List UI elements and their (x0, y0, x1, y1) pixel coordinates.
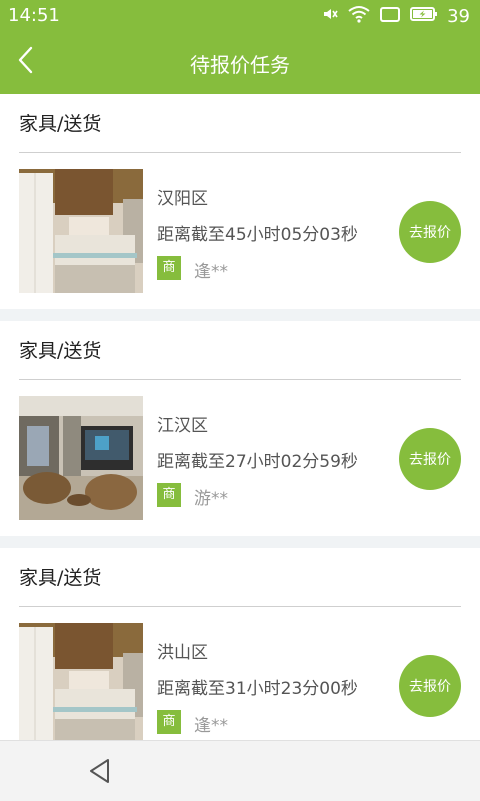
task-image (19, 623, 143, 747)
nav-back-icon (90, 759, 109, 783)
status-icons: 39 (321, 5, 470, 28)
status-bar: 14:51 39 (0, 0, 480, 32)
merchant-badge: 商 (157, 256, 181, 280)
task-user: 逢** (194, 262, 228, 282)
title-bar: 待报价任务 (0, 32, 480, 94)
task-district: 汉阳区 (157, 189, 208, 209)
quote-button[interactable]: 去报价 (399, 201, 461, 263)
nav-back-button[interactable] (86, 757, 114, 785)
task-deadline: 距离截至45小时05分03秒 (157, 225, 358, 245)
quote-button[interactable]: 去报价 (399, 655, 461, 717)
task-user: 逢** (194, 716, 228, 736)
task-card[interactable]: 家具/送货 江汉区 距离截至27小时02分59秒 商 游** 去报价 (0, 321, 480, 536)
task-image (19, 396, 143, 520)
task-user: 游** (194, 489, 228, 509)
task-deadline: 距离截至27小时02分59秒 (157, 452, 358, 472)
task-category: 家具/送货 (19, 113, 102, 135)
merchant-badge: 商 (157, 483, 181, 507)
task-card[interactable]: 家具/送货 洪山区 距离截至31小时23分00秒 商 逢** 去报价 (0, 548, 480, 763)
task-district: 洪山区 (157, 643, 208, 663)
divider (19, 379, 461, 380)
screen-icon (379, 5, 401, 28)
task-category: 家具/送货 (19, 567, 102, 589)
status-time: 14:51 (8, 5, 60, 26)
task-image (19, 169, 143, 293)
wifi-icon (348, 5, 370, 28)
task-district: 江汉区 (157, 416, 208, 436)
quote-button[interactable]: 去报价 (399, 428, 461, 490)
system-nav-bar (0, 740, 480, 801)
task-card[interactable]: 家具/送货 汉阳区 距离截至45小时05分03秒 商 逢** 去报价 (0, 94, 480, 309)
card-gap (0, 536, 480, 548)
card-gap (0, 309, 480, 321)
divider (19, 152, 461, 153)
page-title: 待报价任务 (190, 53, 290, 77)
task-list[interactable]: 家具/送货 汉阳区 距离截至45小时05分03秒 商 逢** 去报价 家具/送货 (0, 94, 480, 763)
divider (19, 606, 461, 607)
merchant-badge: 商 (157, 710, 181, 734)
battery-charging-icon (410, 5, 438, 28)
task-deadline: 距离截至31小时23分00秒 (157, 679, 358, 699)
battery-level: 39 (447, 6, 470, 27)
mute-icon (321, 5, 339, 28)
task-category: 家具/送货 (19, 340, 102, 362)
